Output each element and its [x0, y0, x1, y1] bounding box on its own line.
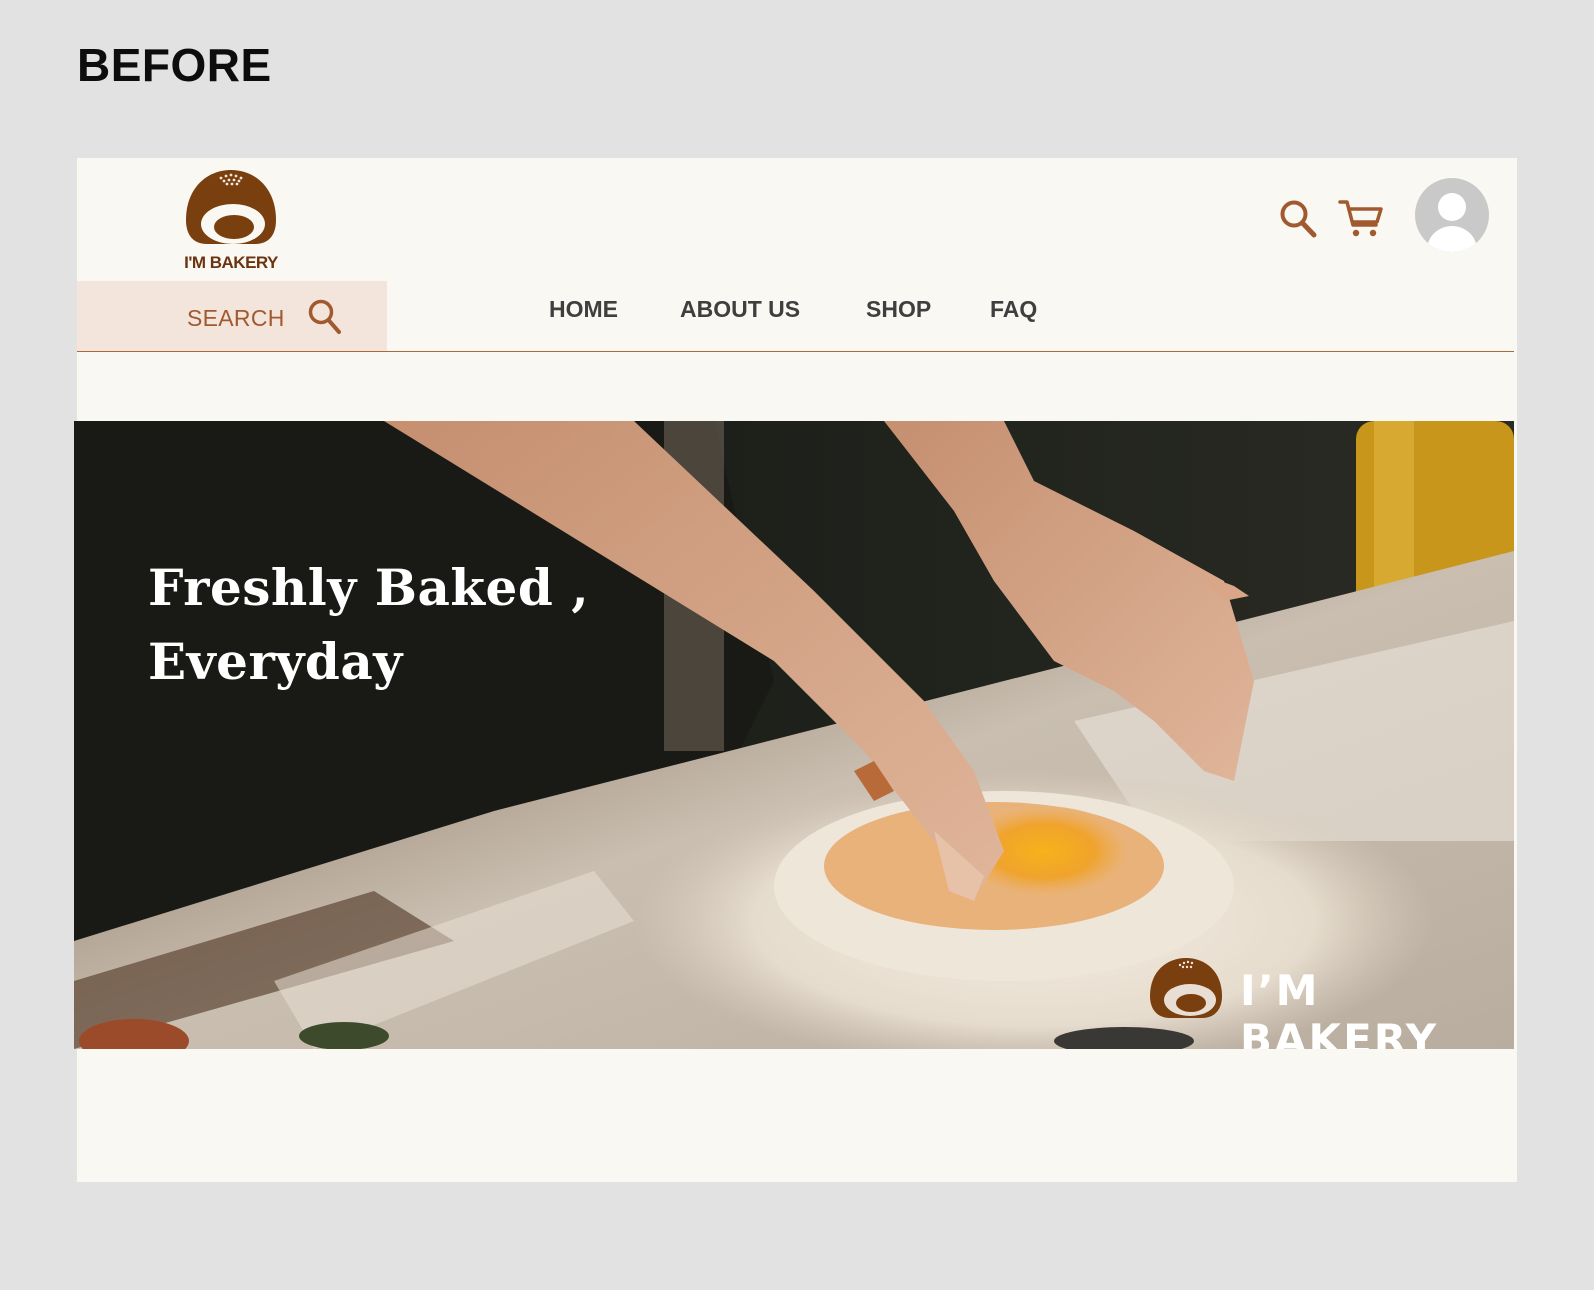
brand-logo-text: I'M BAKERY: [184, 253, 278, 272]
bun-logo-icon: [186, 170, 276, 244]
bun-watermark-icon: [1150, 958, 1222, 1018]
nav-item-faq[interactable]: FAQ: [990, 296, 1037, 323]
nav-item-home[interactable]: HOME: [549, 296, 618, 323]
cart-icon[interactable]: [1338, 198, 1384, 245]
user-avatar-icon[interactable]: [1415, 178, 1489, 257]
nav-item-about-us[interactable]: ABOUT US: [680, 296, 800, 323]
hero-headline: Freshly Baked , Everyday: [148, 551, 748, 699]
caption-before: BEFORE: [77, 39, 272, 91]
hero-baking-image: [74, 421, 1514, 1049]
hero-watermark-text: I’M BAKERY: [1240, 966, 1439, 1049]
website-frame: I'M BAKERY SEARCH HOME ABOUT US SHOP FAQ…: [74, 158, 1517, 1182]
search-label: SEARCH: [187, 305, 285, 331]
hero-headline-line2: Everyday: [148, 632, 403, 691]
nav-item-shop[interactable]: SHOP: [866, 296, 931, 323]
search-bar[interactable]: SEARCH: [77, 281, 387, 351]
search-icon[interactable]: [1278, 198, 1318, 245]
header-divider: [77, 351, 1514, 352]
hero-brand-watermark: I’M BAKERY: [1148, 956, 1488, 1049]
hero-banner: Freshly Baked , Everyday I’M BAKERY: [74, 421, 1514, 1049]
hero-headline-line1: Freshly Baked ,: [148, 558, 590, 617]
search-bar-icon[interactable]: [307, 298, 343, 341]
brand-logo[interactable]: I'M BAKERY: [183, 168, 279, 276]
